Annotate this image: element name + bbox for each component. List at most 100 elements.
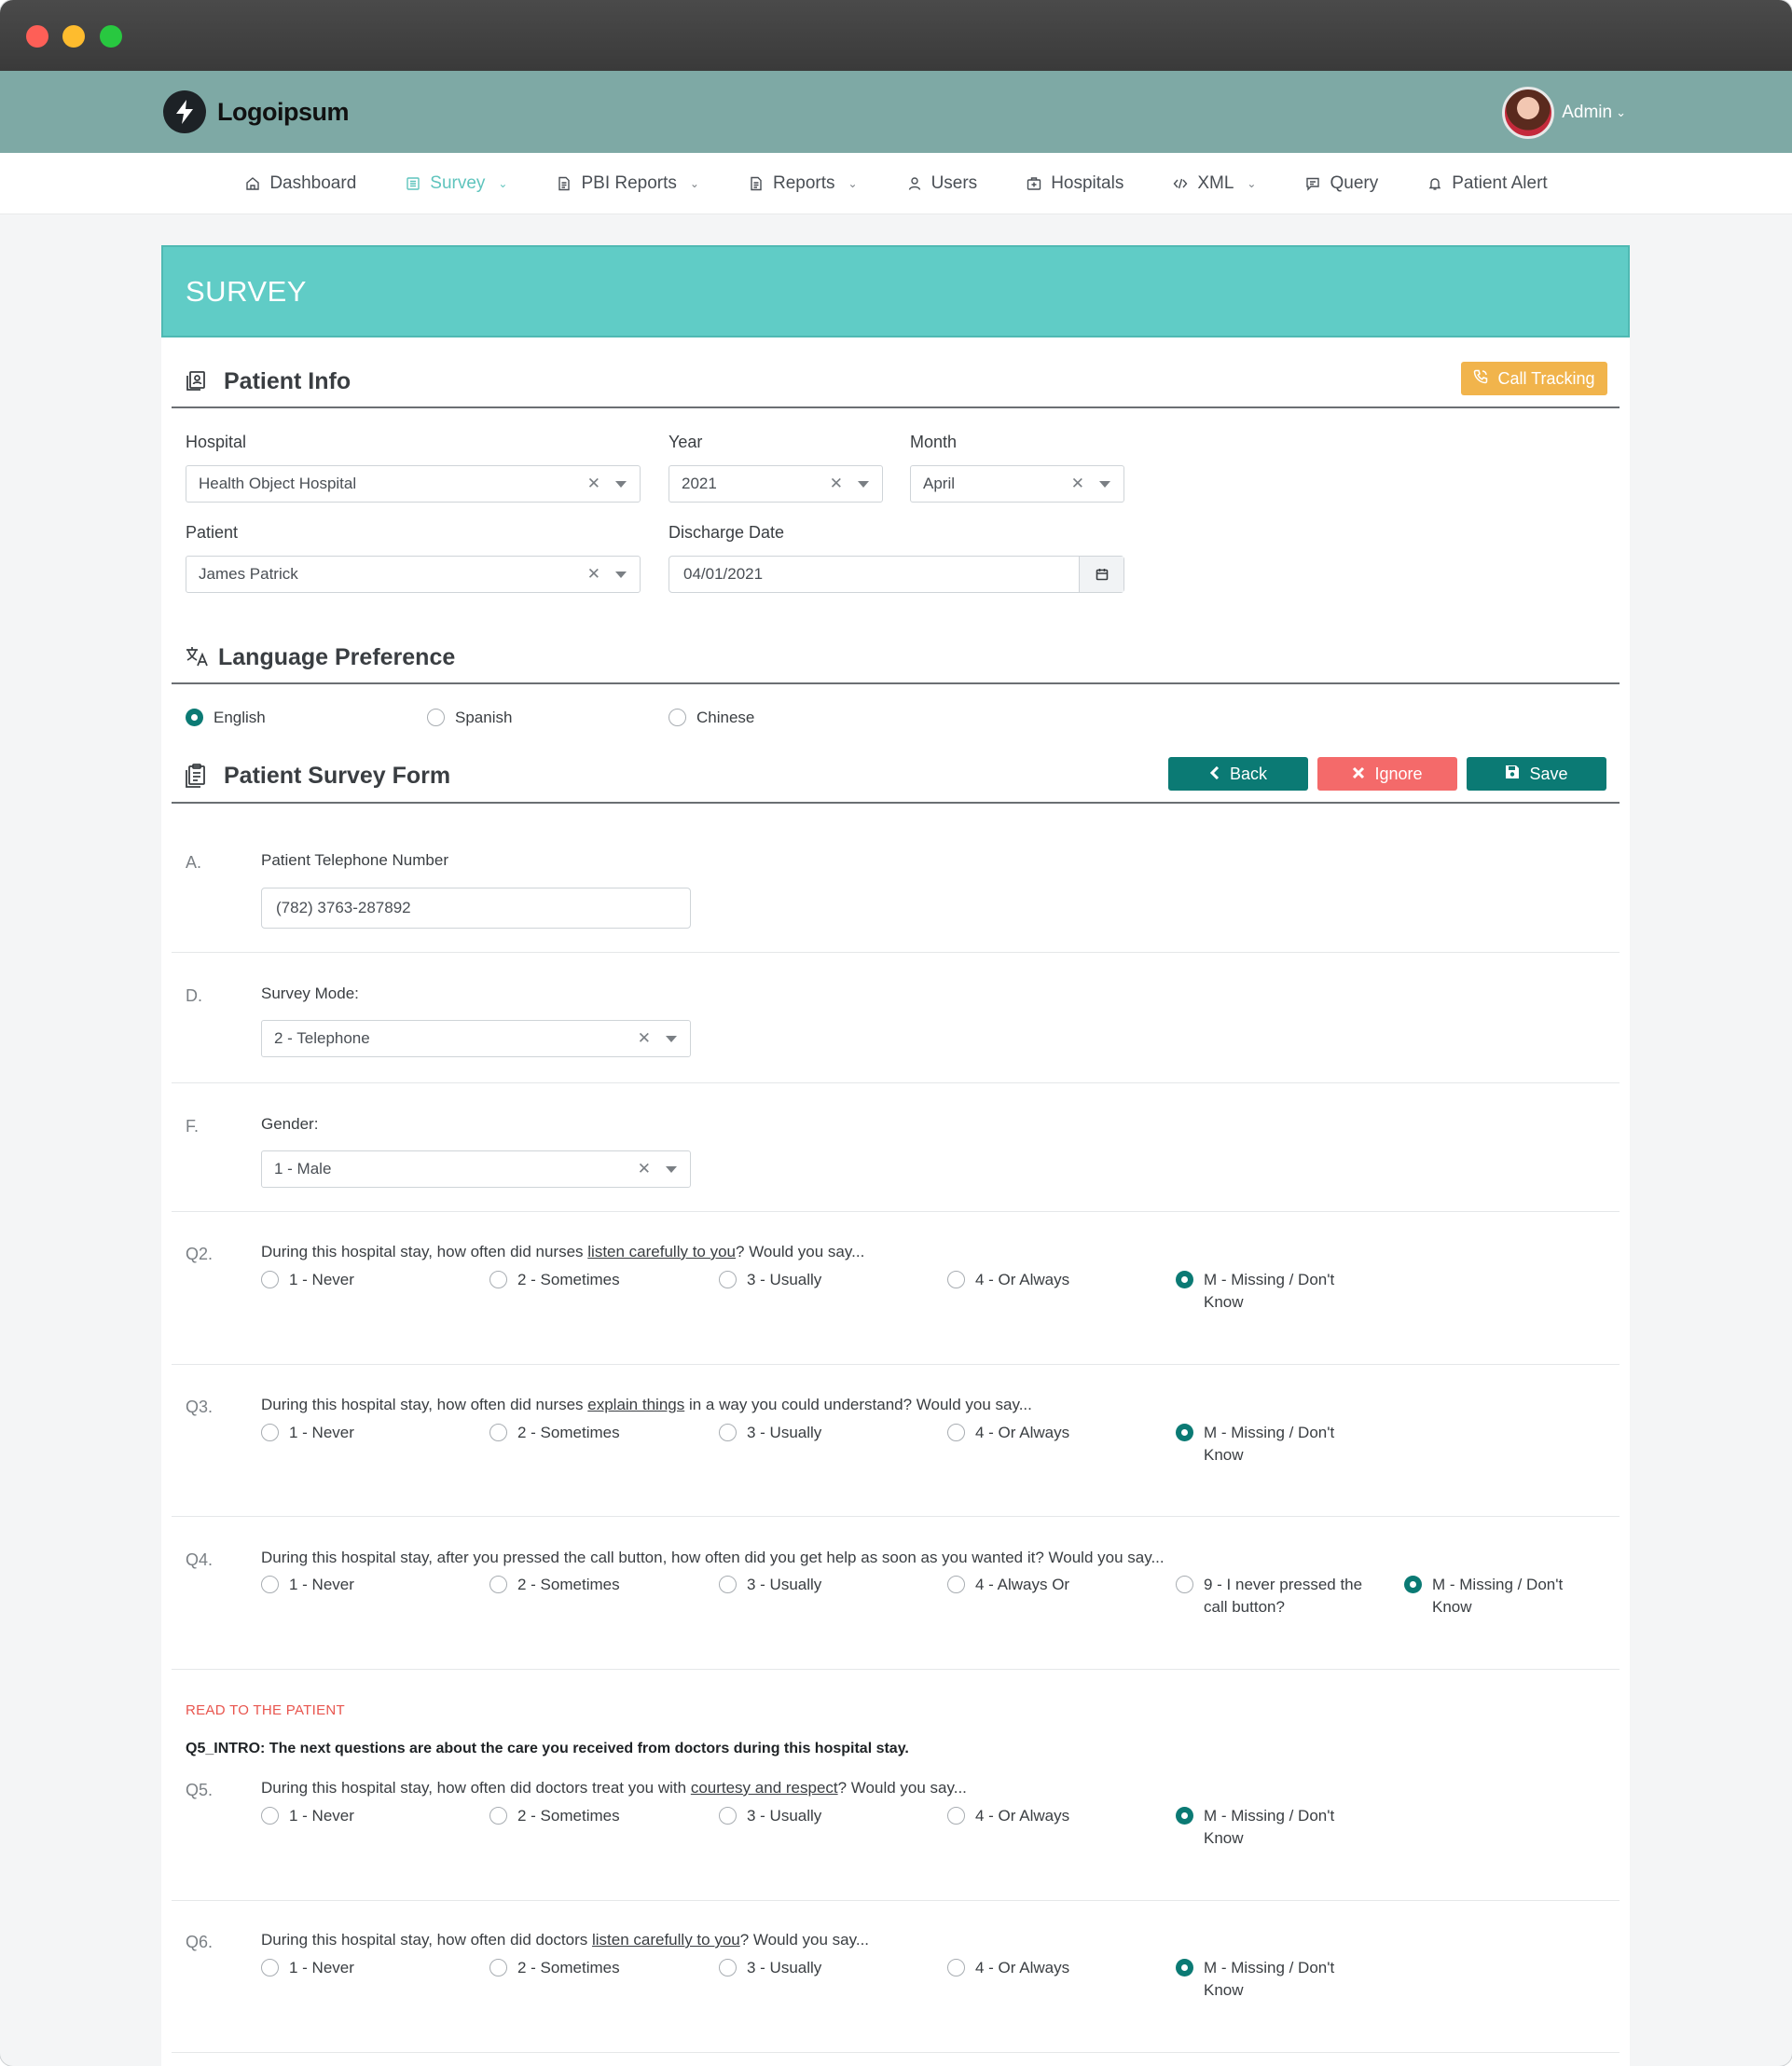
year-select[interactable]: 2021 ✕ xyxy=(669,465,883,503)
call-tracking-button[interactable]: Call Tracking xyxy=(1461,362,1607,395)
radio-checked-icon[interactable] xyxy=(1176,1271,1193,1288)
nav-item-users[interactable]: Users xyxy=(906,173,977,194)
clear-icon[interactable]: ✕ xyxy=(587,565,600,584)
radio-option-m-missing-don-t-know[interactable]: M - Missing / Don't Know xyxy=(1404,1574,1595,1618)
radio-option-2-sometimes[interactable]: 2 - Sometimes xyxy=(489,1269,620,1291)
nav-item-query[interactable]: Query xyxy=(1304,173,1378,194)
survey-mode-select[interactable]: 2 - Telephone ✕ xyxy=(261,1020,691,1057)
radio-option-m-missing-don-t-know[interactable]: M - Missing / Don't Know xyxy=(1176,1805,1367,1850)
gender-select[interactable]: 1 - Male ✕ xyxy=(261,1150,691,1188)
radio-unchecked-icon[interactable] xyxy=(489,1959,507,1976)
radio-option-1-never[interactable]: 1 - Never xyxy=(261,1269,354,1291)
radio-option-chinese[interactable]: Chinese xyxy=(669,707,754,729)
radio-checked-icon[interactable] xyxy=(1176,1959,1193,1976)
radio-option-1-never[interactable]: 1 - Never xyxy=(261,1422,354,1444)
year-label: Year xyxy=(669,433,703,451)
radio-unchecked-icon[interactable] xyxy=(947,1959,965,1976)
nav-item-patient-alert[interactable]: Patient Alert xyxy=(1427,173,1548,194)
radio-unchecked-icon[interactable] xyxy=(489,1807,507,1825)
radio-option-2-sometimes[interactable]: 2 - Sometimes xyxy=(489,1422,620,1444)
radio-unchecked-icon[interactable] xyxy=(947,1807,965,1825)
back-button[interactable]: Back xyxy=(1168,757,1308,791)
clear-icon[interactable]: ✕ xyxy=(638,1160,651,1178)
radio-option-9-i-never-pressed-the-call-button[interactable]: 9 - I never pressed the call button? xyxy=(1176,1574,1367,1618)
dropdown-arrow-icon[interactable] xyxy=(666,1036,677,1042)
dropdown-arrow-icon[interactable] xyxy=(615,572,627,578)
radio-unchecked-icon[interactable] xyxy=(261,1959,279,1976)
clear-icon[interactable]: ✕ xyxy=(587,475,600,493)
radio-option-3-usually[interactable]: 3 - Usually xyxy=(719,1805,821,1827)
discharge-date-input[interactable]: 04/01/2021 xyxy=(669,556,1124,593)
radio-unchecked-icon[interactable] xyxy=(261,1576,279,1593)
radio-unchecked-icon[interactable] xyxy=(489,1424,507,1441)
calendar-button[interactable] xyxy=(1079,557,1123,592)
nav-item-reports[interactable]: Reports ⌄ xyxy=(748,173,858,194)
radio-checked-icon[interactable] xyxy=(1176,1424,1193,1441)
nav-item-hospitals[interactable]: Hospitals xyxy=(1026,173,1123,194)
radio-checked-icon[interactable] xyxy=(1404,1576,1422,1593)
radio-unchecked-icon[interactable] xyxy=(427,709,445,726)
radio-option-4-or-always[interactable]: 4 - Or Always xyxy=(947,1269,1069,1291)
radio-option-m-missing-don-t-know[interactable]: M - Missing / Don't Know xyxy=(1176,1422,1367,1467)
clear-icon[interactable]: ✕ xyxy=(1071,475,1084,493)
radio-unchecked-icon[interactable] xyxy=(489,1271,507,1288)
logo[interactable]: Logoipsum xyxy=(163,90,349,133)
nav-item-pbi-reports[interactable]: PBI Reports ⌄ xyxy=(556,173,699,194)
radio-unchecked-icon[interactable] xyxy=(947,1576,965,1593)
radio-checked-icon[interactable] xyxy=(186,709,203,726)
minimize-window-button[interactable] xyxy=(62,25,85,48)
radio-checked-icon[interactable] xyxy=(1176,1807,1193,1825)
radio-option-m-missing-don-t-know[interactable]: M - Missing / Don't Know xyxy=(1176,1269,1367,1314)
radio-option-2-sometimes[interactable]: 2 - Sometimes xyxy=(489,1805,620,1827)
user-menu[interactable]: Admin ⌄ xyxy=(1502,87,1626,139)
month-select[interactable]: April ✕ xyxy=(910,465,1124,503)
clear-icon[interactable]: ✕ xyxy=(830,475,843,493)
radio-unchecked-icon[interactable] xyxy=(947,1424,965,1441)
radio-unchecked-icon[interactable] xyxy=(489,1576,507,1593)
radio-unchecked-icon[interactable] xyxy=(261,1807,279,1825)
radio-option-1-never[interactable]: 1 - Never xyxy=(261,1805,354,1827)
radio-unchecked-icon[interactable] xyxy=(669,709,686,726)
radio-option-english[interactable]: English xyxy=(186,707,266,729)
divider xyxy=(172,1211,1620,1212)
clear-icon[interactable]: ✕ xyxy=(638,1029,651,1048)
dropdown-arrow-icon[interactable] xyxy=(1099,481,1110,488)
radio-option-spanish[interactable]: Spanish xyxy=(427,707,512,729)
radio-unchecked-icon[interactable] xyxy=(947,1271,965,1288)
radio-option-3-usually[interactable]: 3 - Usually xyxy=(719,1957,821,1979)
ignore-button[interactable]: Ignore xyxy=(1317,757,1457,791)
save-button[interactable]: Save xyxy=(1467,757,1606,791)
radio-unchecked-icon[interactable] xyxy=(719,1271,737,1288)
radio-option-1-never[interactable]: 1 - Never xyxy=(261,1574,354,1596)
nav-item-dashboard[interactable]: Dashboard xyxy=(244,173,356,194)
radio-option-4-always-or[interactable]: 4 - Always Or xyxy=(947,1574,1069,1596)
radio-option-3-usually[interactable]: 3 - Usually xyxy=(719,1574,821,1596)
telephone-input[interactable]: (782) 3763-287892 xyxy=(261,888,691,929)
radio-option-3-usually[interactable]: 3 - Usually xyxy=(719,1422,821,1444)
radio-option-2-sometimes[interactable]: 2 - Sometimes xyxy=(489,1957,620,1979)
dropdown-arrow-icon[interactable] xyxy=(858,481,869,488)
patient-select[interactable]: James Patrick ✕ xyxy=(186,556,641,593)
radio-unchecked-icon[interactable] xyxy=(1176,1576,1193,1593)
radio-unchecked-icon[interactable] xyxy=(719,1424,737,1441)
hospital-select[interactable]: Health Object Hospital ✕ xyxy=(186,465,641,503)
dropdown-arrow-icon[interactable] xyxy=(666,1166,677,1173)
nav-item-survey[interactable]: Survey ⌄ xyxy=(405,173,507,194)
radio-unchecked-icon[interactable] xyxy=(261,1424,279,1441)
nav-item-xml[interactable]: XML ⌄ xyxy=(1172,173,1256,194)
hospital-value: Health Object Hospital xyxy=(199,475,357,492)
close-window-button[interactable] xyxy=(26,25,48,48)
radio-unchecked-icon[interactable] xyxy=(719,1959,737,1976)
radio-option-3-usually[interactable]: 3 - Usually xyxy=(719,1269,821,1291)
radio-unchecked-icon[interactable] xyxy=(719,1576,737,1593)
radio-option-4-or-always[interactable]: 4 - Or Always xyxy=(947,1805,1069,1827)
maximize-window-button[interactable] xyxy=(100,25,122,48)
radio-option-2-sometimes[interactable]: 2 - Sometimes xyxy=(489,1574,620,1596)
radio-option-m-missing-don-t-know[interactable]: M - Missing / Don't Know xyxy=(1176,1957,1367,2002)
radio-unchecked-icon[interactable] xyxy=(719,1807,737,1825)
radio-option-4-or-always[interactable]: 4 - Or Always xyxy=(947,1957,1069,1979)
radio-unchecked-icon[interactable] xyxy=(261,1271,279,1288)
radio-option-1-never[interactable]: 1 - Never xyxy=(261,1957,354,1979)
radio-option-4-or-always[interactable]: 4 - Or Always xyxy=(947,1422,1069,1444)
dropdown-arrow-icon[interactable] xyxy=(615,481,627,488)
